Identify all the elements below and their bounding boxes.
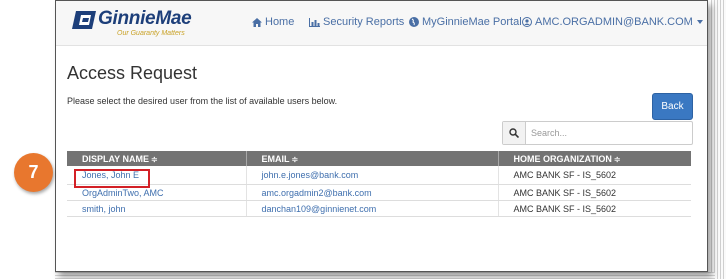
user-home-organization: AMC BANK SF - IS_5602 [498,200,691,217]
logo-wordmark: GinnieMae [98,8,192,29]
search-icon [509,128,519,138]
search-addon [503,122,526,144]
user-email-link[interactable]: john.e.jones@bank.com [246,166,499,185]
nav-account-label: AMC.ORGADMIN@BANK.COM [535,16,693,28]
globe-icon [409,17,419,28]
user-home-organization: AMC BANK SF - IS_5602 [498,166,691,185]
user-email-link[interactable]: danchan109@ginnienet.com [246,200,499,217]
nav-home[interactable]: Home [252,16,294,28]
sort-icon: ≑ [291,154,299,164]
nav-security-reports-label: Security Reports [323,16,405,28]
page-title: Access Request [67,63,198,83]
column-header-email[interactable]: EMAIL ≑ [246,151,499,166]
user-display-name-link[interactable]: smith, john [67,200,247,217]
ginniemae-logo[interactable]: GinnieMae Our Guaranty Matters [72,8,192,40]
instructions-text: Please select the desired user from the … [67,96,338,106]
sort-icon: ≑ [613,154,621,164]
nav-home-label: Home [265,16,295,28]
table-row[interactable]: smith, john danchan109@ginnienet.com AMC… [67,200,691,217]
user-home-organization: AMC BANK SF - IS_5602 [498,184,691,201]
search-box [502,121,695,145]
column-header-home-organization[interactable]: HOME ORGANIZATION ≑ [498,151,691,166]
page-edge-decoration-bottom [55,272,715,279]
bar-chart-icon [309,17,320,27]
column-header-display-name[interactable]: DISPLAY NAME ≑ [67,151,247,166]
step-callout-badge: 7 [14,153,53,192]
nav-account-menu[interactable]: AMC.ORGADMIN@BANK.COM [522,16,703,28]
logo-tagline: Our Guaranty Matters [117,30,185,37]
table-row[interactable]: OrgAdminTwo, AMC amc.orgadmin2@bank.com … [67,184,691,201]
user-circle-icon [522,17,532,28]
search-input[interactable] [527,122,695,144]
nav-portal[interactable]: MyGinnieMae Portal [409,16,522,28]
table-row[interactable]: Jones, John E john.e.jones@bank.com AMC … [67,166,691,185]
home-icon [252,17,262,27]
nav-portal-label: MyGinnieMae Portal [422,16,522,28]
top-navbar: GinnieMae Our Guaranty Matters Home Secu… [56,1,707,46]
users-table: DISPLAY NAME ≑ EMAIL ≑ HOME ORGANIZATION ≑ … [67,151,691,217]
nav-security-reports[interactable]: Security Reports [309,16,404,28]
back-button[interactable]: Back [652,93,693,120]
sort-icon: ≑ [151,154,158,164]
table-header-row: DISPLAY NAME ≑ EMAIL ≑ HOME ORGANIZATION ≑ [67,151,691,166]
browser-frame: GinnieMae Our Guaranty Matters Home Secu… [55,0,708,272]
highlight-box [74,169,150,188]
chevron-down-icon [696,20,703,25]
logo-mark-icon [72,11,96,29]
page-edge-decoration [711,0,726,279]
user-email-link[interactable]: amc.orgadmin2@bank.com [246,184,499,201]
